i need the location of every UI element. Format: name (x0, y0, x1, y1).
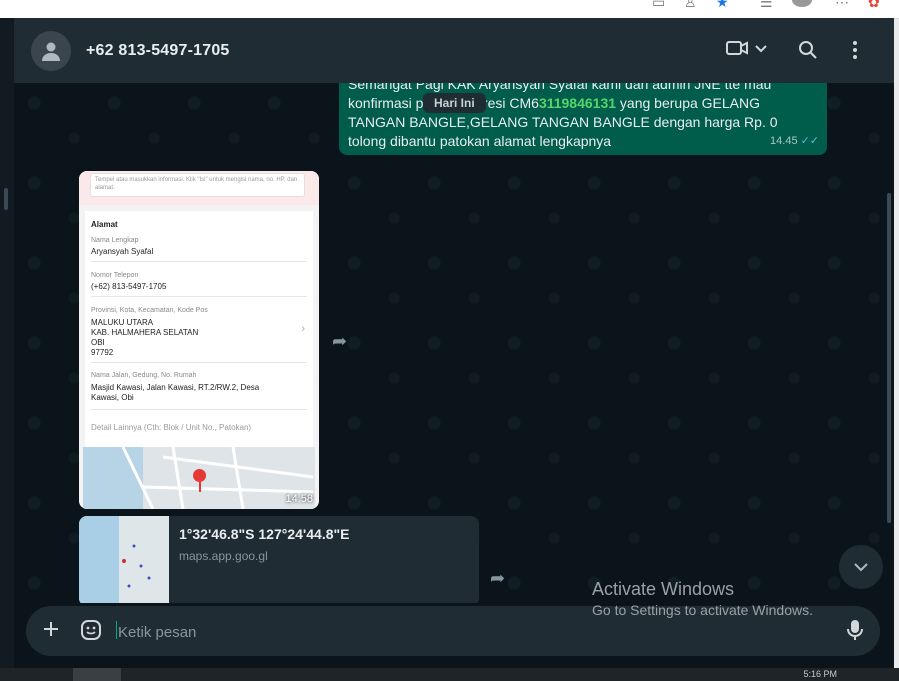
chat-header: +62 813-5497-1705 (14, 18, 894, 83)
field-value: MALUKU UTARA (91, 318, 154, 327)
contact-avatar[interactable] (31, 31, 71, 71)
field-value: KAB. HALMAHERA SELATAN (91, 328, 199, 337)
left-scrollbar[interactable] (4, 188, 8, 210)
field-label: Nomor Telepon (91, 272, 139, 279)
search-icon[interactable] (798, 40, 818, 65)
windows-activation-watermark: Activate Windows Go to Settings to activ… (592, 578, 813, 620)
field-value: Kawasi, Obi (91, 393, 134, 402)
taskbar-app-button[interactable] (73, 668, 121, 681)
field-value: Aryansyah Syafal (91, 247, 154, 256)
os-taskbar: 5:16 PM (0, 668, 899, 681)
whatsapp-chat-window: +62 813-5497-1705 Semangat Pagi KAK Arya… (14, 18, 894, 668)
image-top-region: Tempel atau masukkan informasi. Klik "Is… (79, 171, 319, 205)
account-avatar-icon[interactable] (792, 0, 812, 7)
field-value: OBI (91, 338, 105, 347)
divider (91, 296, 307, 297)
forward-icon[interactable]: ➦ (332, 331, 347, 352)
chevron-down-icon (854, 563, 868, 572)
taskbar-clock[interactable]: 5:16 PM (803, 669, 837, 679)
menu-icon[interactable] (852, 40, 858, 65)
date-divider: Hari Ini (423, 93, 486, 113)
scroll-to-bottom-button[interactable] (839, 545, 883, 589)
section-title: Alamat (91, 220, 118, 229)
divider (91, 362, 307, 363)
location-url[interactable]: maps.app.goo.gl (179, 549, 268, 563)
attach-plus-icon[interactable] (42, 620, 60, 644)
contact-name[interactable]: +62 813-5497-1705 (86, 42, 230, 60)
image-message[interactable]: Tempel atau masukkan informasi. Klik "Is… (79, 171, 319, 509)
detail-placeholder: Detail Lainnya (Cth: Blok / Unit No., Pa… (91, 423, 252, 432)
message-list[interactable]: Semangat Pagi KAK Aryansyah Syafal kami … (14, 83, 894, 603)
field-value: (+62) 813-5497-1705 (91, 282, 167, 291)
tracking-number-link[interactable]: 3119846131 (539, 95, 616, 111)
default-user-icon (42, 42, 60, 61)
chat-scrollbar[interactable] (885, 83, 894, 603)
read-ticks-icon: ✓✓ (800, 135, 819, 147)
left-edge-panel (0, 18, 14, 668)
video-call-icon[interactable] (726, 39, 748, 62)
browser-toolbar-strip: ▭ ♙ ★ ☰ ⋯ ✿ (0, 0, 899, 19)
microphone-icon[interactable] (847, 619, 863, 647)
more-menu-icon[interactable]: ⋯ (835, 0, 849, 11)
outgoing-message[interactable]: Semangat Pagi KAK Aryansyah Syafal kami … (339, 83, 827, 155)
field-label: Provinsi, Kota, Kecamatan, Kode Pos (91, 307, 208, 314)
message-time: 14.45 (770, 135, 798, 147)
watermark-title: Activate Windows (592, 579, 735, 599)
chevron-right-icon: › (301, 323, 305, 335)
location-message[interactable]: 1°32'46.8"S 127°24'44.8"E maps.app.goo.g… (79, 516, 479, 603)
profile-outline-icon[interactable]: ♙ (684, 0, 697, 11)
paste-note: Tempel atau masukkan informasi. Klik "Is… (90, 173, 305, 197)
map-markers (122, 544, 151, 588)
message-meta: 14.45 ✓✓ (770, 132, 819, 151)
field-label: Nama Lengkap (91, 237, 139, 244)
map-pin-stem (199, 482, 201, 492)
bookmark-star-icon[interactable]: ★ (716, 0, 729, 11)
map-pin-icon (193, 469, 206, 482)
divider (91, 261, 307, 262)
sticker-icon[interactable] (80, 619, 102, 647)
image-time: 14.58 (285, 493, 313, 505)
divider (91, 409, 307, 410)
message-input[interactable] (116, 619, 540, 645)
reading-list-icon[interactable]: ☰ (760, 0, 773, 11)
location-map-thumbnail[interactable] (79, 516, 169, 603)
scrollbar-thumb[interactable] (887, 193, 891, 523)
field-value: 97792 (91, 348, 114, 357)
field-label: Nama Jalan, Gedung, No. Rumah (91, 372, 197, 379)
chevron-down-icon[interactable] (754, 40, 768, 61)
address-card: Alamat Nama Lengkap Aryansyah Syafal Nom… (85, 211, 313, 447)
watermark-subtitle: Go to Settings to activate Windows. (592, 602, 813, 618)
field-value: Masjid Kawasi, Jalan Kawasi, RT.2/RW.2, … (91, 383, 260, 392)
extension-icon[interactable]: ✿ (868, 0, 880, 11)
forward-icon[interactable]: ➦ (490, 568, 505, 589)
tab-icon[interactable]: ▭ (652, 0, 665, 11)
map-preview (83, 447, 315, 509)
location-coordinates[interactable]: 1°32'46.8"S 127°24'44.8"E (179, 526, 349, 542)
